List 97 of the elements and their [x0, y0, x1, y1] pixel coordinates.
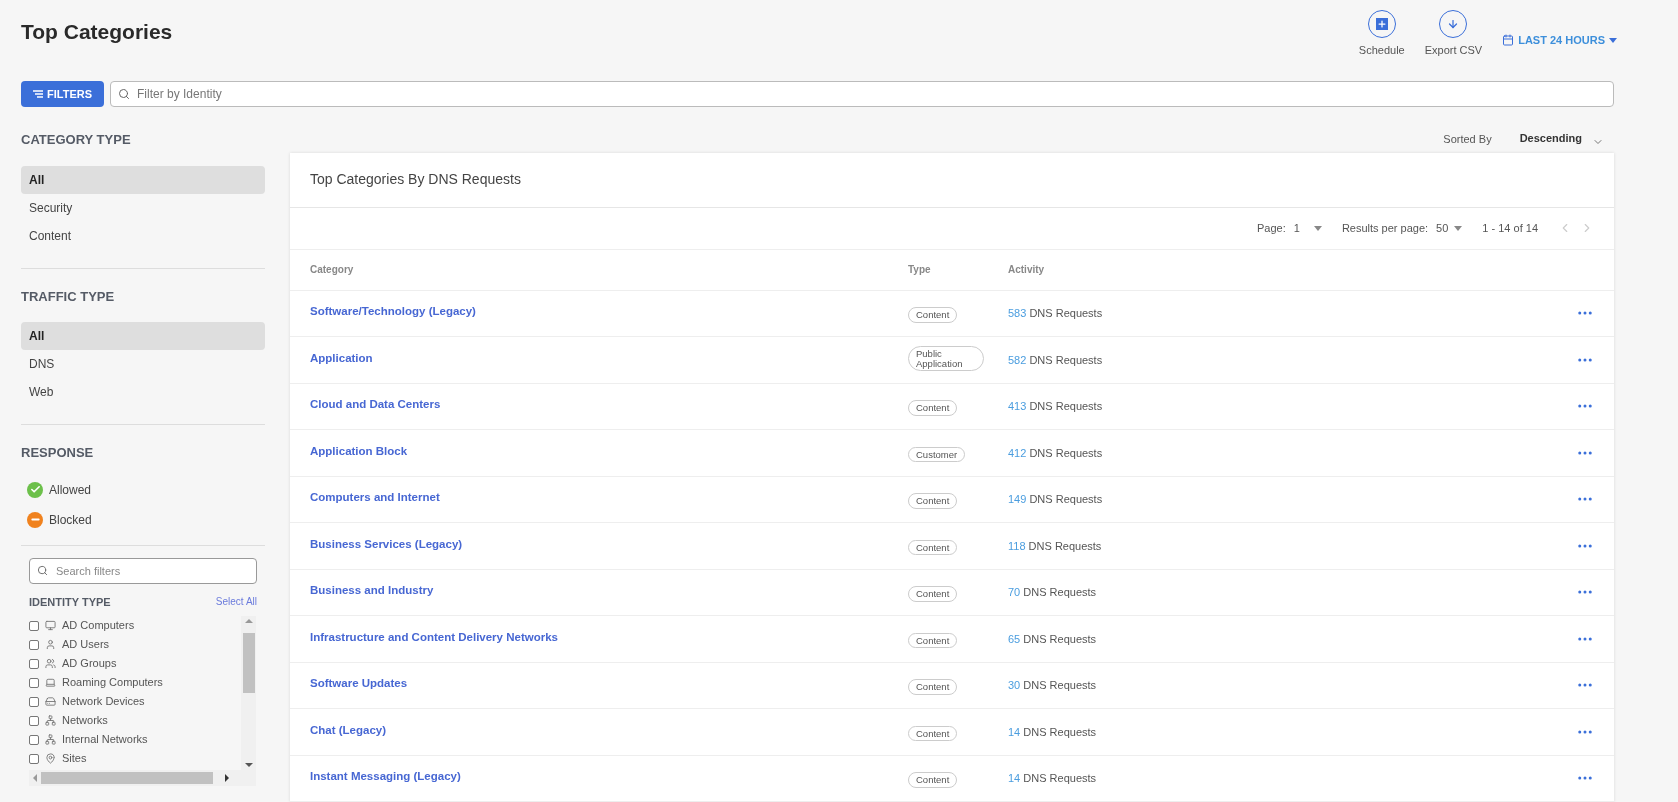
category-link[interactable]: Software Updates [310, 675, 908, 693]
filters-button[interactable]: FILTERS [21, 81, 104, 107]
checkbox[interactable] [29, 639, 39, 650]
section-title: RESPONSE [21, 444, 95, 462]
identity-search-field[interactable]: Filter by Identity [110, 81, 1614, 107]
identity-type-label: AD Groups [62, 658, 117, 669]
identity-type-label: Sites [62, 753, 87, 764]
category-link[interactable]: Cloud and Data Centers [310, 396, 908, 414]
request-label: DNS Requests [1028, 539, 1102, 552]
per-page-dropdown[interactable]: 50 [1436, 219, 1463, 237]
group-icon [45, 658, 56, 669]
page-title: Top Categories [21, 19, 173, 45]
request-count: 412 [1008, 446, 1027, 459]
sort-dropdown[interactable]: Descending [1519, 130, 1604, 148]
identity-type-label: AD Computers [62, 620, 135, 631]
checkbox[interactable] [29, 620, 39, 631]
request-label: DNS Requests [1023, 632, 1097, 645]
filter-option[interactable]: Security [21, 193, 265, 222]
monitor-icon [45, 620, 56, 631]
checkbox[interactable] [29, 677, 39, 688]
category-link[interactable]: Instant Messaging (Legacy) [310, 768, 908, 786]
device-icon [45, 696, 56, 707]
caret-icon [1313, 225, 1322, 231]
request-count: 70 [1008, 586, 1021, 598]
request-count: 583 [1008, 307, 1027, 319]
category-link[interactable]: Application Block [310, 442, 908, 460]
request-label: DNS Requests [1023, 772, 1097, 784]
column-header: Activity [1008, 263, 1046, 277]
sort-label: Sorted By [1443, 132, 1492, 147]
time-range-dropdown[interactable]: LAST 24 HOURS [1502, 32, 1617, 49]
response-option[interactable]: Blocked [49, 510, 92, 529]
request-count: 413 [1008, 400, 1027, 412]
network-icon [45, 734, 56, 745]
request-count: 14 [1008, 772, 1021, 784]
filter-option[interactable]: All [21, 322, 265, 350]
results-range: 1 - 14 of 14 [1482, 220, 1538, 236]
request-count: 30 [1008, 679, 1021, 691]
filter-option[interactable]: DNS [21, 350, 265, 378]
section-title: TRAFFIC TYPE [21, 287, 116, 306]
column-header: Type [908, 263, 932, 277]
category-link[interactable]: Infrastructure and Content Delivery Networks [310, 628, 908, 646]
category-link[interactable]: Application [310, 349, 908, 367]
response-option[interactable]: Allowed [49, 480, 92, 499]
filter-option[interactable]: Web [21, 378, 265, 406]
network-icon [45, 715, 56, 726]
laptop-icon [45, 677, 56, 688]
schedule-button[interactable]: Schedule [1358, 10, 1405, 59]
request-count: 582 [1008, 353, 1027, 366]
column-header: Category [310, 263, 355, 277]
request-label: DNS Requests [1023, 586, 1097, 598]
search-icon [118, 88, 130, 100]
identity-type-label: Internal Networks [62, 734, 148, 745]
checkbox[interactable] [29, 734, 39, 745]
user-icon [45, 639, 56, 650]
request-count: 14 [1008, 725, 1021, 738]
request-count: 149 [1008, 493, 1027, 505]
request-label: DNS Requests [1029, 353, 1103, 366]
identity-type-label: AD Users [62, 639, 110, 650]
table-title: Top Categories By DNS Requests [310, 170, 521, 189]
request-label: DNS Requests [1029, 493, 1103, 505]
checkbox[interactable] [29, 715, 39, 726]
category-link[interactable]: Chat (Legacy) [310, 721, 908, 739]
search-icon [37, 564, 48, 576]
page-label: Page: [1257, 220, 1286, 236]
calendar-icon [1502, 34, 1515, 47]
category-link[interactable]: Computers and Internet [310, 489, 908, 507]
filter-option[interactable]: All [21, 165, 265, 194]
request-count: 118 [1008, 539, 1026, 552]
category-link[interactable]: Business and Industry [310, 582, 908, 600]
identity-type-label: Networks [62, 715, 108, 726]
add-icon [1375, 18, 1388, 30]
filter-option[interactable]: Content [21, 221, 265, 250]
filter-icon [33, 89, 43, 99]
search-filters-field[interactable]: Search filters [29, 557, 257, 584]
page-dropdown[interactable]: 1 [1293, 219, 1322, 237]
checkbox[interactable] [29, 753, 39, 764]
section-title: CATEGORY TYPE [21, 131, 132, 149]
section-title: IDENTITY TYPE [29, 594, 111, 610]
caret-icon [1609, 37, 1617, 43]
request-count: 65 [1008, 632, 1021, 645]
export-button[interactable]: Export CSV [1424, 10, 1483, 59]
category-link[interactable]: Business Services (Legacy) [310, 535, 908, 553]
request-label: DNS Requests [1029, 446, 1103, 459]
request-label: DNS Requests [1029, 307, 1103, 319]
download-icon [1447, 18, 1460, 30]
checkbox[interactable] [29, 696, 39, 707]
request-label: DNS Requests [1023, 679, 1097, 691]
request-label: DNS Requests [1029, 400, 1103, 412]
caret-icon [1454, 225, 1463, 231]
request-label: DNS Requests [1023, 725, 1097, 738]
category-link[interactable]: Software/Technology (Legacy) [310, 303, 908, 321]
identity-type-label: Network Devices [62, 696, 145, 707]
per-page-label: Results per page: [1341, 220, 1429, 236]
identity-type-label: Roaming Computers [62, 677, 163, 688]
pin-icon [45, 753, 56, 764]
checkbox[interactable] [29, 658, 39, 669]
select-all-link[interactable]: Select All [215, 594, 257, 610]
